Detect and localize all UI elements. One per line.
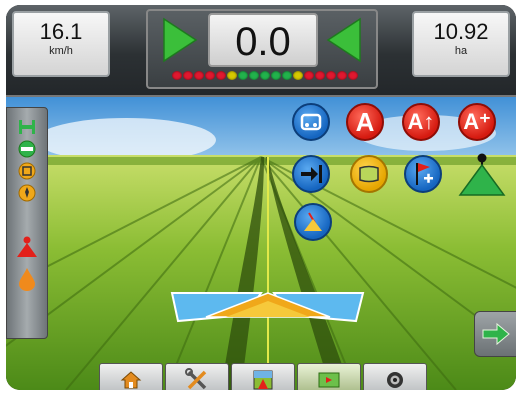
area-value: 10.92 xyxy=(433,19,489,44)
led-indicator xyxy=(260,71,270,80)
mark-a-icon: A xyxy=(355,106,375,137)
tab-field-view[interactable] xyxy=(297,363,361,390)
boom-status-icon[interactable] xyxy=(15,118,39,136)
speed-unit: km/h xyxy=(49,45,73,57)
led-indicator xyxy=(172,71,182,80)
led-indicator xyxy=(194,71,204,80)
section-on-icon[interactable] xyxy=(15,140,39,158)
led-indicator xyxy=(304,71,314,80)
mark-a-button[interactable]: A xyxy=(346,103,384,141)
led-indicator xyxy=(238,71,248,80)
vehicle-heading-icon xyxy=(304,212,322,231)
rate-control-icon[interactable] xyxy=(15,184,39,202)
arrow-right-icon xyxy=(482,322,510,346)
next-page-button[interactable] xyxy=(474,311,516,357)
area-unit: ha xyxy=(454,45,468,57)
led-indicator xyxy=(348,71,358,80)
gps-marker-icon[interactable] xyxy=(15,236,39,257)
steer-left-arrow-icon xyxy=(326,17,361,63)
tab-guidance-screen[interactable] xyxy=(363,363,427,390)
steer-right-arrow-icon xyxy=(163,17,198,63)
led-indicator xyxy=(326,71,336,80)
product-drop-icon[interactable] xyxy=(15,268,39,291)
field-view-icon xyxy=(318,372,340,387)
tab-vehicle-view[interactable] xyxy=(231,363,295,390)
home-icon xyxy=(120,370,142,388)
speed-value: 16.1 xyxy=(39,19,83,44)
boundary-button[interactable] xyxy=(350,155,388,193)
curve-guidance-button[interactable] xyxy=(292,103,330,141)
add-marker-icon xyxy=(416,163,433,185)
area-readout[interactable]: 10.92 ha xyxy=(412,11,510,77)
led-indicator xyxy=(227,71,237,80)
cross-track-error: 0.0 xyxy=(208,13,318,67)
led-indicator xyxy=(249,71,259,80)
speed-readout[interactable]: 16.1 km/h xyxy=(12,11,110,77)
vehicle-view-icon xyxy=(253,370,273,389)
camera-icon xyxy=(387,371,403,388)
guidance-bar: 0.0 xyxy=(146,9,378,89)
led-indicator xyxy=(271,71,281,80)
led-lightbar xyxy=(172,71,358,81)
a-plus-button[interactable]: A⁺ xyxy=(458,103,496,141)
boundary-icon xyxy=(359,165,379,183)
led-indicator xyxy=(337,71,347,80)
a-plus-nudge-button[interactable]: A↑ xyxy=(402,103,440,141)
guidance-display: 16.1 km/h 0.0 10.92 ha A A↑ A⁺ xyxy=(6,5,516,390)
status-bar: 16.1 km/h 0.0 10.92 ha xyxy=(6,5,516,97)
a-plus-nudge-icon: A↑ xyxy=(407,109,435,134)
tools-icon xyxy=(185,367,207,389)
bottom-nav xyxy=(99,363,429,390)
led-indicator xyxy=(282,71,292,80)
next-pass-icon xyxy=(301,165,322,183)
tab-setup[interactable] xyxy=(165,363,229,390)
led-indicator xyxy=(315,71,325,80)
left-toolbar xyxy=(6,107,48,339)
section-off-icon[interactable] xyxy=(15,162,39,180)
led-indicator xyxy=(216,71,226,80)
led-indicator xyxy=(205,71,215,80)
vehicle-view-toggle-button[interactable] xyxy=(294,203,332,241)
bar-view-button[interactable] xyxy=(458,153,506,197)
next-pass-button[interactable] xyxy=(292,155,330,193)
led-indicator xyxy=(293,71,303,80)
tab-home[interactable] xyxy=(99,363,163,390)
vehicle-boom xyxy=(170,292,365,323)
curve-guidance-icon xyxy=(300,113,322,131)
add-marker-button[interactable] xyxy=(404,155,442,193)
led-indicator xyxy=(183,71,193,80)
a-plus-icon: A⁺ xyxy=(463,109,491,134)
bar-view-icon xyxy=(458,153,506,196)
